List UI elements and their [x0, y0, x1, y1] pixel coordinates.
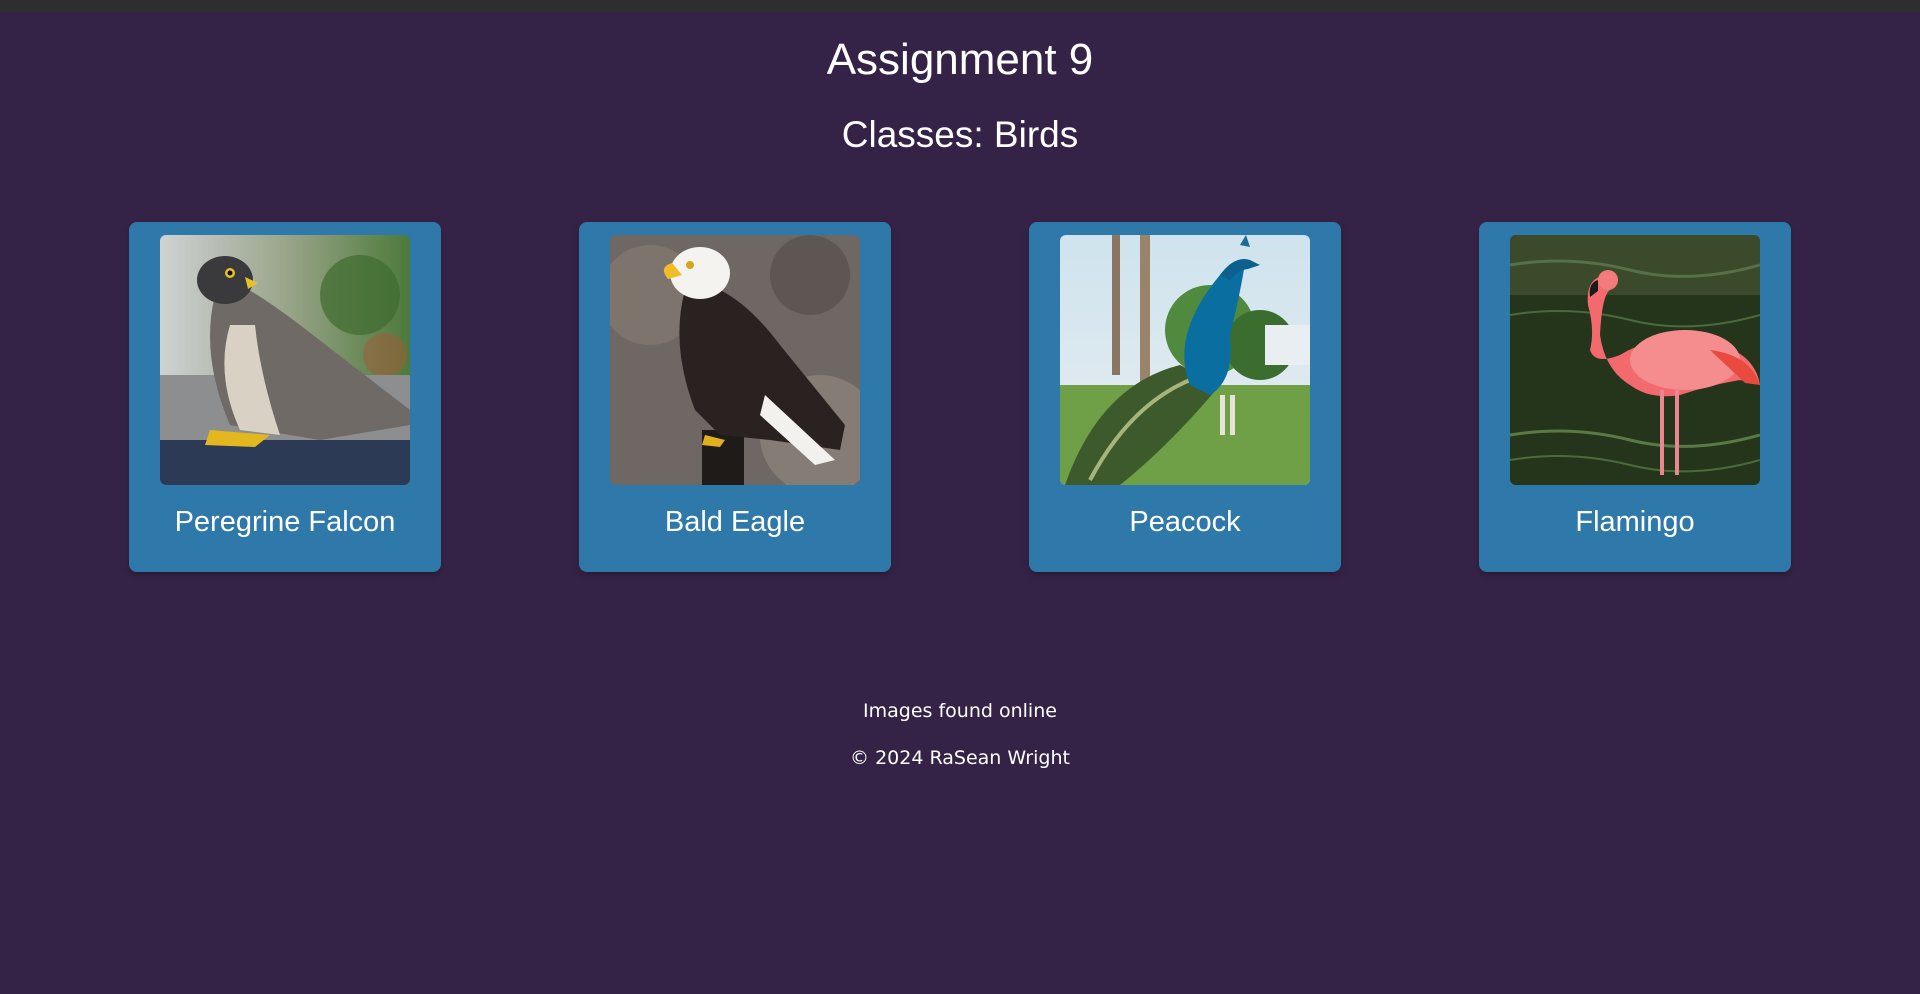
bird-card-peregrine-falcon: Peregrine Falcon: [129, 222, 441, 572]
peregrine-falcon-photo: [160, 235, 410, 485]
bird-card-flamingo: Flamingo: [1479, 222, 1791, 572]
card-label: Flamingo: [1575, 506, 1695, 538]
card-label: Bald Eagle: [664, 506, 806, 538]
window-top-bar: [0, 0, 1920, 12]
footer-note: Images found online: [863, 700, 1057, 722]
bald-eagle-photo: [610, 235, 860, 485]
bird-card-bald-eagle: Bald Eagle: [579, 222, 891, 572]
page-subtitle: Classes: Birds: [841, 114, 1079, 155]
footer-copyright: © 2024 RaSean Wright: [850, 747, 1070, 769]
bird-card-peacock: Peacock: [1029, 222, 1341, 572]
card-label: Peacock: [1129, 506, 1241, 538]
page-title: Assignment 9: [826, 35, 1094, 84]
flamingo-photo: [1510, 235, 1760, 485]
peacock-photo: [1060, 235, 1310, 485]
card-label: Peregrine Falcon: [174, 506, 396, 538]
